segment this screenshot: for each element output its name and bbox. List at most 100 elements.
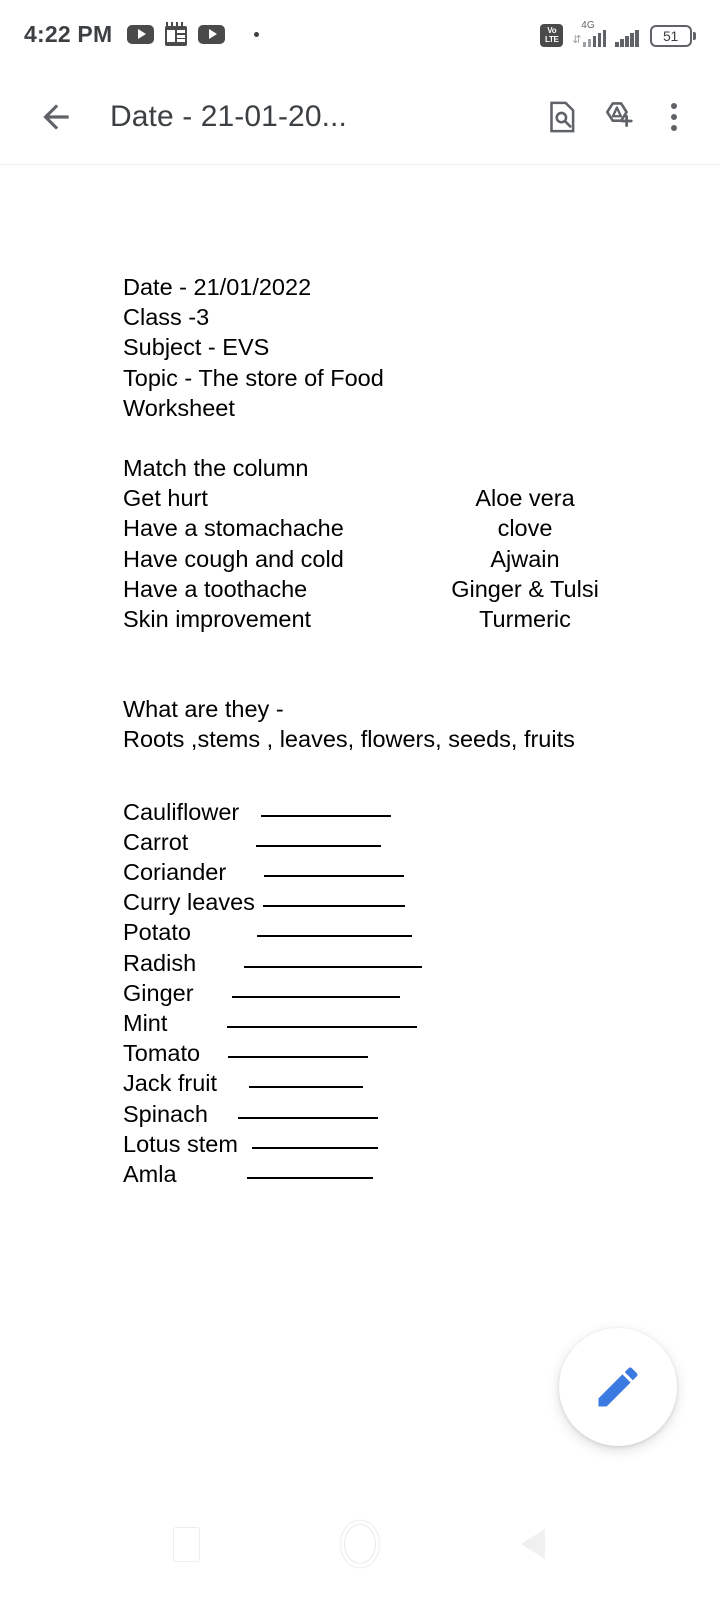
youtube-icon <box>127 24 155 44</box>
battery-icon: 51 <box>649 25 696 47</box>
document-search-icon <box>550 101 575 132</box>
signal-bars-icon <box>615 30 639 47</box>
match-row: Get hurt Aloe vera <box>123 483 720 513</box>
edit-fab-button[interactable] <box>559 1328 677 1446</box>
signal-sim2 <box>615 21 639 47</box>
match-right: Turmeric <box>479 606 571 633</box>
blank-answer-rule[interactable] <box>264 874 405 878</box>
match-left: Get hurt <box>123 485 208 512</box>
match-left: Have a stomachache <box>123 515 344 542</box>
find-in-document-button[interactable] <box>534 89 590 145</box>
blank-row-label: Coriander <box>123 859 227 886</box>
notepad-icon <box>165 22 188 46</box>
more-options-button[interactable] <box>646 89 702 145</box>
edit-pencil-icon <box>598 1367 638 1407</box>
blank-row-label: Cauliflower <box>123 798 240 825</box>
data-arrows-icon: ⇵ <box>572 34 582 46</box>
blank-row-label: Radish <box>123 949 197 976</box>
blank-row: Amla <box>123 1159 720 1189</box>
nav-back-button[interactable] <box>501 1512 565 1576</box>
document-header-block: Date - 21/01/2022 Class -3 Subject - EVS… <box>123 272 720 423</box>
status-bar-right: Vo LTE 4G ⇵ 51 <box>540 20 696 47</box>
status-time: 4:22 PM <box>24 20 113 47</box>
blank-row: Cauliflower <box>123 797 720 827</box>
match-the-column-list: Get hurt Aloe vera Have a stomachache cl… <box>123 483 720 634</box>
doc-line: Class -3 <box>123 304 210 331</box>
recents-button[interactable] <box>155 1512 219 1576</box>
home-button[interactable] <box>328 1512 392 1576</box>
match-right: Ajwain <box>490 545 560 572</box>
match-left: Have a toothache <box>123 575 308 602</box>
blank-row-label: Lotus stem <box>123 1130 238 1157</box>
blank-row-label: Spinach <box>123 1100 208 1127</box>
blank-row: Carrot <box>123 827 720 857</box>
blank-answer-rule[interactable] <box>228 1055 369 1059</box>
android-navigation-bar <box>0 1488 720 1600</box>
blank-row-label: Curry leaves <box>123 889 255 916</box>
blank-answer-rule[interactable] <box>237 1116 378 1119</box>
blank-row-label: Amla <box>123 1160 177 1187</box>
triangle-back-icon <box>521 1529 546 1559</box>
blank-row-label: Tomato <box>123 1040 201 1067</box>
blank-row: Jack fruit <box>123 1068 720 1098</box>
blank-row-label: Ginger <box>123 979 194 1006</box>
status-bar-left: 4:22 PM <box>24 20 260 48</box>
dot-icon <box>254 31 260 37</box>
match-right: Ginger & Tulsi <box>451 575 599 602</box>
page-title: Date - 21-01-20... <box>110 99 347 133</box>
blank-row: Potato <box>123 917 720 947</box>
match-row: Have a stomachache clove <box>123 513 720 543</box>
document-canvas[interactable]: Date - 21/01/2022 Class -3 Subject - EVS… <box>0 166 720 1488</box>
document-body: Date - 21/01/2022 Class -3 Subject - EVS… <box>0 166 720 1189</box>
back-button[interactable] <box>30 91 82 143</box>
blank-answer-rule[interactable] <box>262 904 405 908</box>
circle-home-icon <box>343 1524 376 1564</box>
blank-row: Lotus stem <box>123 1129 720 1159</box>
fill-in-the-blank-list: Cauliflower Carrot Coriander Curry leaves Po… <box>123 797 720 1189</box>
blank-row-label: Mint <box>123 1009 168 1036</box>
what-are-they-heading: What are they - <box>123 696 284 723</box>
blank-answer-rule[interactable] <box>249 1085 364 1089</box>
blank-row: Coriander <box>123 857 720 887</box>
doc-line: Worksheet <box>123 394 235 421</box>
match-row: Have cough and cold Ajwain <box>123 544 720 574</box>
network-type-label: 4G <box>581 20 595 31</box>
volte-top: Vo <box>547 26 557 35</box>
blank-answer-rule[interactable] <box>256 934 412 938</box>
match-left: Skin improvement <box>123 606 312 633</box>
what-are-they-options: Roots ,stems , leaves, flowers, seeds, f… <box>123 726 575 753</box>
blank-row: Tomato <box>123 1038 720 1068</box>
battery-level: 51 <box>649 25 692 47</box>
add-shortcut-button[interactable] <box>590 89 646 145</box>
blank-answer-rule[interactable] <box>246 1176 373 1179</box>
volte-bottom: LTE <box>544 35 559 44</box>
blank-answer-rule[interactable] <box>231 995 400 998</box>
blank-row-label: Carrot <box>123 828 189 855</box>
match-row: Have a toothache Ginger & Tulsi <box>123 574 720 604</box>
blank-row: Mint <box>123 1008 720 1038</box>
blank-answer-rule[interactable] <box>227 1025 418 1028</box>
signal-sim1: 4G ⇵ <box>572 20 606 47</box>
youtube-icon <box>198 24 226 44</box>
match-left: Have cough and cold <box>123 545 344 572</box>
blank-answer-rule[interactable] <box>261 814 392 817</box>
blank-row-label: Jack fruit <box>123 1070 218 1097</box>
match-right: clove <box>497 515 553 542</box>
blank-row: Radish <box>123 948 720 978</box>
square-recents-icon <box>173 1526 201 1562</box>
match-the-column-heading: Match the column <box>123 455 309 482</box>
blank-row: Curry leaves <box>123 887 720 917</box>
signal-bars-icon <box>582 30 606 47</box>
app-bar: Date - 21-01-20... <box>0 68 720 165</box>
blank-answer-rule[interactable] <box>256 844 382 847</box>
blank-answer-rule[interactable] <box>244 965 423 968</box>
blank-row: Spinach <box>123 1099 720 1129</box>
more-vert-icon <box>671 102 677 109</box>
blank-answer-rule[interactable] <box>251 1146 378 1149</box>
doc-line: Topic - The store of Food <box>123 364 384 391</box>
status-bar: 4:22 PM Vo LTE 4G ⇵ 51 <box>0 0 720 68</box>
doc-line: Date - 21/01/2022 <box>123 274 312 300</box>
